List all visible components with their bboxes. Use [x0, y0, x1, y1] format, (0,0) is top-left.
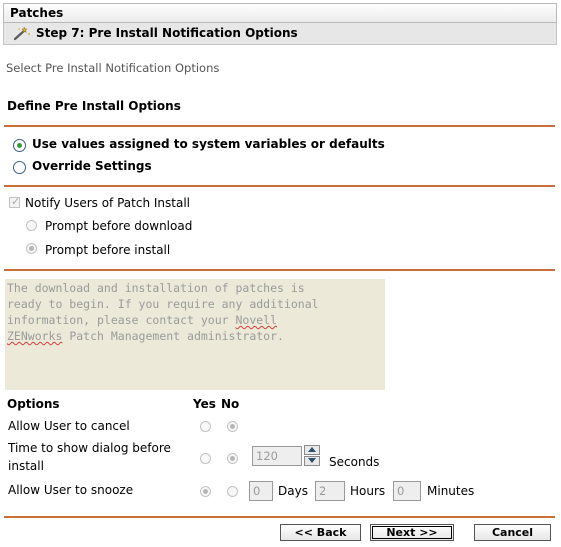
notification-message-text: The download and installation of patches… [7, 281, 319, 343]
radio-selected-dot [203, 489, 208, 494]
check-mark-icon: ✓ [11, 195, 21, 208]
seconds-decrement-button[interactable] [304, 456, 320, 466]
step-title: Step 7: Pre Install Notification Options [36, 26, 298, 40]
days-label: Days [278, 484, 308, 498]
override-settings-label[interactable]: Override Settings [32, 159, 152, 173]
seconds-unit-label: Seconds [329, 455, 380, 469]
notify-users-checkbox[interactable]: ✓ [9, 195, 21, 208]
allow-snooze-label: Allow User to snooze [8, 483, 134, 497]
notify-users-label[interactable]: Notify Users of Patch Install [25, 196, 190, 210]
hours-label: Hours [350, 484, 386, 498]
radio-selected-dot [230, 424, 235, 429]
radio-selected-dot [29, 246, 34, 251]
cancel-button[interactable]: Cancel [474, 524, 551, 541]
allow-snooze-no-radio[interactable] [227, 486, 238, 497]
prompt-before-install-radio[interactable] [26, 243, 37, 254]
allow-cancel-label: Allow User to cancel [8, 419, 130, 433]
show-dialog-yes-radio[interactable] [200, 453, 211, 464]
arrow-down-icon [308, 458, 316, 463]
radio-selected-dot [17, 143, 22, 148]
prompt-before-install-label[interactable]: Prompt before install [45, 243, 170, 257]
page-subtitle: Select Pre Install Notification Options [6, 61, 220, 75]
snooze-minutes-input[interactable]: 0 [393, 481, 421, 501]
show-dialog-label-line1: Time to show dialog before [8, 441, 171, 455]
divider [4, 185, 555, 187]
allow-cancel-yes-radio[interactable] [200, 421, 211, 432]
arrow-up-icon [308, 447, 316, 452]
back-button[interactable]: << Back [280, 524, 361, 541]
options-header: Options [7, 397, 60, 411]
radio-selected-dot [230, 456, 235, 461]
divider [4, 125, 555, 127]
snooze-hours-input[interactable]: 2 [315, 481, 345, 501]
show-dialog-no-radio[interactable] [227, 453, 238, 464]
use-defaults-label[interactable]: Use values assigned to system variables … [32, 137, 385, 151]
yes-column-header: Yes [193, 397, 216, 411]
show-dialog-seconds-input[interactable]: 120 [252, 446, 302, 466]
seconds-increment-button[interactable] [304, 445, 320, 455]
prompt-before-download-radio[interactable] [26, 220, 37, 231]
window-title: Patches [10, 6, 64, 20]
divider [4, 269, 555, 271]
prompt-before-download-label[interactable]: Prompt before download [45, 219, 192, 233]
allow-cancel-no-radio[interactable] [227, 421, 238, 432]
notification-message-textarea[interactable]: The download and installation of patches… [5, 279, 385, 390]
section-heading: Define Pre Install Options [7, 99, 181, 113]
wand-icon [13, 26, 30, 41]
snooze-days-input[interactable]: 0 [249, 481, 273, 501]
use-defaults-radio[interactable] [13, 139, 26, 152]
window-title-bar: Patches [3, 3, 557, 23]
divider [4, 516, 555, 518]
next-button[interactable]: Next >> [370, 524, 454, 541]
allow-snooze-yes-radio[interactable] [200, 486, 211, 497]
no-column-header: No [221, 397, 240, 411]
step-header: Step 7: Pre Install Notification Options [3, 23, 557, 45]
show-dialog-label-line2: install [8, 459, 44, 473]
override-settings-radio[interactable] [13, 161, 26, 174]
minutes-label: Minutes [427, 484, 475, 498]
